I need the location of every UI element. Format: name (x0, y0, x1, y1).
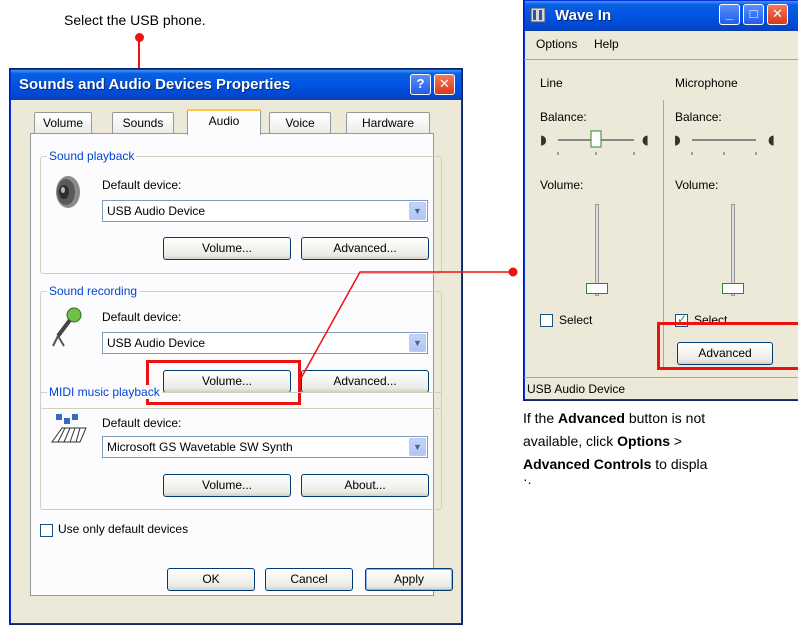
svg-text:◗: ◗ (540, 133, 547, 148)
status-bar-divider (524, 377, 798, 378)
note-line-4: ·. (523, 472, 798, 486)
wavein-title: Wave In (555, 7, 612, 24)
menu-help[interactable]: Help (594, 37, 619, 51)
svg-text:◖: ◖ (642, 133, 649, 148)
wavein-app-icon (530, 7, 546, 23)
svg-text:◖: ◖ (768, 133, 775, 148)
menu-options[interactable]: Options (536, 37, 577, 51)
mic-balance-label: Balance: (675, 110, 722, 124)
minimize-button[interactable]: _ (719, 4, 740, 25)
mic-balance-slider[interactable]: ◗ ◖ (672, 128, 790, 158)
mic-volume-thumb[interactable] (722, 283, 744, 294)
line-balance-slider[interactable]: ◗ ◖ (538, 128, 656, 158)
note-text: ·. (523, 471, 532, 486)
note-bold-options: Options (617, 433, 671, 449)
note-text: available, click (523, 433, 618, 449)
advanced-note: If the Advanced button is not available,… (523, 407, 798, 486)
line-balance-label: Balance: (540, 110, 587, 124)
note-text: > (670, 433, 683, 449)
line-volume-thumb[interactable] (586, 283, 608, 294)
wavein-close-button[interactable]: ✕ (767, 4, 788, 25)
note-text: to displa (651, 456, 708, 472)
line-column-title: Line (540, 76, 563, 90)
tab-audio[interactable]: Audio (187, 109, 261, 135)
advanced-button-highlight (657, 322, 798, 370)
microphone-column-title: Microphone (675, 76, 738, 90)
note-line-3: Advanced Controls to displa (523, 453, 798, 476)
note-line-2: available, click Options > (523, 430, 798, 453)
svg-text:◗: ◗ (674, 133, 681, 148)
status-bar-text: USB Audio Device (527, 382, 626, 396)
line-volume-label: Volume: (540, 178, 584, 192)
maximize-button[interactable]: □ (743, 4, 764, 25)
mic-volume-label: Volume: (675, 178, 719, 192)
note-text: If the (523, 410, 559, 426)
note-bold-advanced: Advanced (558, 410, 625, 426)
line-select-label: Select (559, 313, 593, 327)
menu-separator (524, 59, 798, 60)
note-bold-advanced-controls: Advanced Controls (523, 456, 652, 472)
note-text: button is not (624, 410, 706, 426)
note-line-1: If the Advanced button is not (523, 407, 798, 430)
line-select-checkbox[interactable] (540, 314, 553, 327)
